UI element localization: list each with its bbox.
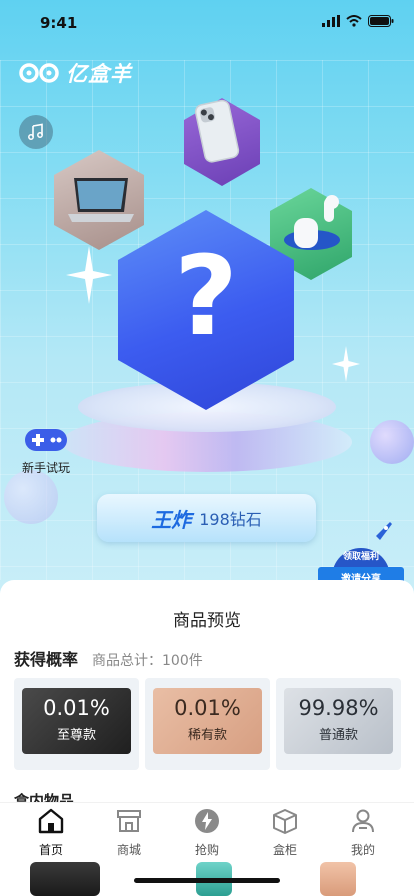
- music-toggle-button[interactable]: [19, 115, 53, 149]
- status-time: 9:41: [40, 14, 78, 32]
- hero-banner: 9:41 亿盒羊 ? 新手试玩 王炸 198钻石 领取福利 邀请分享: [0, 0, 414, 600]
- bottom-tab-bar: 首页 商城 抢购 盒柜 我的: [0, 802, 414, 862]
- store-icon: [117, 810, 141, 832]
- lightning-icon: [195, 809, 219, 833]
- tab-label: 商城: [116, 843, 141, 857]
- home-indicator: [134, 878, 280, 883]
- probability-row: 获得概率 商品总计：100件: [14, 646, 203, 670]
- logo-text: 亿盒羊: [66, 62, 132, 86]
- music-note-icon: [28, 123, 43, 140]
- card-category: 稀有款: [187, 728, 227, 743]
- status-bar: 9:41: [0, 0, 414, 44]
- tab-box-cabinet[interactable]: 盒柜: [255, 803, 315, 862]
- rocket-icon: [376, 522, 392, 540]
- card-percent: 0.01%: [174, 696, 241, 720]
- user-icon: [352, 809, 374, 833]
- trial-label: 新手试玩: [21, 461, 70, 475]
- gamepad-icon: [25, 429, 67, 451]
- probability-card: 99.98% 普通款: [276, 678, 401, 770]
- signal-icon: [322, 15, 340, 27]
- bubble-decoration: [370, 420, 414, 464]
- item-thumbnail: [30, 862, 100, 896]
- cta-strong-label: 王炸: [151, 507, 192, 532]
- box-icon: [273, 809, 297, 834]
- card-category: 普通款: [318, 728, 358, 743]
- tab-label: 抢购: [194, 843, 219, 857]
- share-line1: 领取福利: [342, 552, 379, 562]
- status-icons: [322, 15, 394, 27]
- tab-label: 我的: [350, 843, 375, 857]
- item-thumbnail: [320, 862, 356, 896]
- tab-flash-sale[interactable]: 抢购: [177, 803, 237, 862]
- sparkle-icon: [66, 246, 112, 304]
- home-icon: [38, 808, 64, 834]
- card-percent: 99.98%: [298, 696, 379, 720]
- tab-label: 盒柜: [272, 843, 297, 857]
- probability-cards: 0.01% 至尊款 0.01% 稀有款 99.98% 普通款: [14, 678, 401, 770]
- card-percent: 0.01%: [43, 696, 110, 720]
- tab-store[interactable]: 商城: [99, 803, 159, 862]
- wifi-icon: [346, 15, 362, 27]
- probability-title: 获得概率: [14, 650, 79, 669]
- app-logo: 亿盒羊: [18, 58, 132, 88]
- prize-phone: [184, 98, 260, 186]
- trial-play-button[interactable]: 新手试玩: [18, 427, 74, 476]
- sparkle-small-icon: [332, 346, 360, 382]
- laptop-icon: [68, 178, 134, 222]
- sheet-title: 商品预览: [173, 611, 241, 631]
- total-count: 商品总计：100件: [92, 653, 203, 669]
- tab-label: 首页: [38, 843, 63, 857]
- tab-home[interactable]: 首页: [21, 803, 81, 862]
- probability-card: 0.01% 至尊款: [14, 678, 139, 770]
- probability-card: 0.01% 稀有款: [145, 678, 270, 770]
- bubble-decoration: [4, 470, 58, 524]
- tab-profile[interactable]: 我的: [333, 803, 393, 862]
- cta-price-label: 198钻石: [199, 510, 262, 529]
- open-box-button[interactable]: 王炸 198钻石: [97, 494, 316, 542]
- card-category: 至尊款: [56, 728, 96, 743]
- question-mark-icon: ?: [174, 232, 238, 360]
- logo-mark-icon: [19, 63, 59, 83]
- battery-icon: [368, 15, 394, 27]
